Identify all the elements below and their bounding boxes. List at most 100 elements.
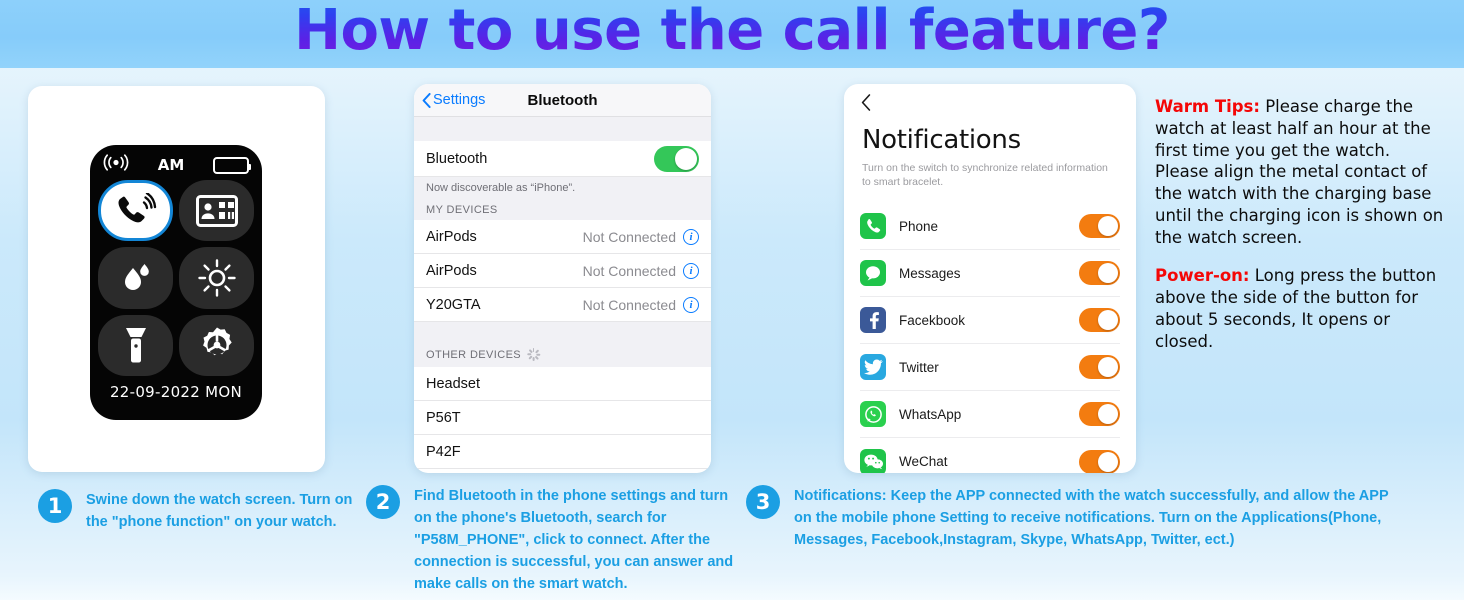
whatsapp-app-icon: [860, 401, 886, 428]
list-item[interactable]: Messages: [860, 250, 1120, 298]
scanning-spinner-icon: [527, 348, 541, 361]
device-state: Not Connected: [582, 228, 676, 245]
battery-icon: [212, 156, 251, 174]
watch-control-grid: [98, 180, 254, 376]
page-title: Notifications: [862, 125, 1021, 155]
notifications-back-button[interactable]: [844, 84, 1136, 115]
watch-tile-settings[interactable]: [179, 314, 254, 376]
watch-tile-contacts[interactable]: [179, 180, 254, 242]
watch-illustration-card: AM 22-09-2022 MON: [28, 86, 325, 472]
app-label: Phone: [899, 218, 939, 234]
chevron-left-icon: [861, 94, 871, 111]
bluetooth-settings-card: Settings Bluetooth Bluetooth Now discove…: [414, 84, 711, 473]
app-notification-toggle[interactable]: [1079, 261, 1120, 286]
watch-tile-flashlight[interactable]: [98, 314, 173, 376]
notifications-card: Notifications Turn on the switch to sync…: [844, 84, 1136, 473]
step-caption-2: 2 Find Bluetooth in the phone settings a…: [366, 485, 736, 595]
app-label: Twitter: [899, 359, 939, 375]
step-caption-3: 3 Notifications: Keep the APP connected …: [746, 485, 1406, 551]
list-item[interactable]: Facekbook: [860, 297, 1120, 345]
step-caption-text: Find Bluetooth in the phone settings and…: [414, 488, 734, 593]
flashlight-icon: [125, 328, 146, 363]
table-row[interactable]: Headset: [414, 367, 711, 401]
app-label: Facekbook: [899, 312, 966, 328]
table-row[interactable]: AirPods Not Connected i: [414, 220, 711, 254]
list-item[interactable]: WhatsApp: [860, 391, 1120, 439]
info-icon[interactable]: i: [683, 296, 699, 313]
settings-gear-icon: [202, 327, 232, 356]
twitter-app-icon: [860, 354, 886, 381]
app-label: WeChat: [899, 454, 948, 470]
device-name: P42F: [426, 443, 461, 460]
power-on-paragraph: Power-on: Long press the button above th…: [1155, 265, 1447, 352]
step-caption-1: 1 Swine down the watch screen. Turn on t…: [38, 489, 368, 533]
bluetooth-toggle[interactable]: [654, 145, 699, 172]
step-badge: 1: [38, 489, 72, 523]
notifications-app-list: Phone Messages Facekbook Twitter WhatsAp…: [844, 203, 1136, 473]
bluetooth-navbar: Settings Bluetooth: [414, 84, 711, 117]
bluetooth-toggle-label: Bluetooth: [426, 150, 488, 167]
warm-tips-text: Please charge the watch at least half an…: [1155, 97, 1444, 247]
list-item[interactable]: WeChat: [860, 438, 1120, 473]
device-state: Not Connected: [582, 262, 676, 279]
step-badge: 2: [366, 485, 400, 519]
watch-date: 22-09-2022 MON: [109, 383, 243, 401]
app-notification-toggle[interactable]: [1079, 449, 1120, 473]
messages-app-icon: [860, 260, 886, 287]
phone-app-icon: [860, 213, 886, 240]
app-label: Messages: [899, 265, 961, 281]
app-notification-toggle[interactable]: [1079, 308, 1120, 333]
facebook-app-icon: [860, 307, 886, 334]
app-notification-toggle[interactable]: [1079, 355, 1120, 380]
warm-tips-label: Warm Tips:: [1155, 97, 1260, 116]
phone-call-icon: [118, 192, 156, 223]
brightness-sun-icon: [197, 259, 236, 297]
step-caption-text: Swine down the watch screen. Turn on the…: [86, 492, 353, 531]
power-on-label: Power-on:: [1155, 266, 1250, 286]
water-drop-icon: [124, 263, 149, 290]
other-devices-header: OTHER DEVICES: [414, 340, 711, 367]
watch-status-bar: AM: [98, 152, 254, 178]
other-devices-header-label: OTHER DEVICES: [426, 348, 522, 361]
app-notification-toggle[interactable]: [1079, 402, 1120, 427]
device-name: Y20GTA: [426, 296, 481, 313]
wechat-app-icon: [860, 448, 886, 473]
table-row[interactable]: Y20GTA Not Connected i: [414, 288, 711, 322]
my-devices-header-label: MY DEVICES: [426, 204, 498, 216]
table-row[interactable]: P42F: [414, 435, 711, 469]
signal-waves-icon: [103, 154, 129, 176]
bluetooth-mid-spacer: [414, 322, 711, 340]
chevron-left-icon: [422, 92, 431, 108]
list-item[interactable]: Phone: [860, 203, 1120, 251]
contact-card-icon: [195, 194, 238, 227]
watch-meridiem: AM: [157, 156, 185, 174]
device-name: AirPods: [426, 228, 477, 245]
back-to-settings-button[interactable]: Settings: [414, 92, 485, 108]
device-name: Headset: [426, 375, 481, 392]
my-devices-header: MY DEVICES: [414, 196, 711, 220]
list-item[interactable]: Twitter: [860, 344, 1120, 392]
watch-tile-water-lock[interactable]: [98, 247, 173, 309]
device-name: P56T: [426, 409, 461, 426]
infographic-page: How to use the call feature? AM 22-09-20…: [0, 0, 1464, 600]
page-title: How to use the call feature?: [0, 0, 1464, 66]
bluetooth-top-spacer: [414, 117, 711, 141]
discoverable-note: Now discoverable as “iPhone”.: [414, 177, 711, 196]
watch-tile-brightness[interactable]: [179, 247, 254, 309]
app-notification-toggle[interactable]: [1079, 214, 1120, 239]
step-badge: 3: [746, 485, 780, 519]
warm-tips-block: Warm Tips: Please charge the watch at le…: [1155, 96, 1447, 352]
app-label: WhatsApp: [899, 406, 962, 422]
watch-tile-phone-call[interactable]: [98, 180, 173, 242]
watch-screen: AM 22-09-2022 MON: [90, 145, 262, 420]
notifications-subtitle: Turn on the switch to synchronize relate…: [862, 162, 1108, 189]
table-row[interactable]: P56T: [414, 401, 711, 435]
info-icon[interactable]: i: [683, 262, 699, 279]
info-icon[interactable]: i: [683, 228, 699, 245]
table-row[interactable]: AirPods Not Connected i: [414, 254, 711, 288]
warm-tips-paragraph: Warm Tips: Please charge the watch at le…: [1155, 96, 1447, 248]
bluetooth-master-toggle-row[interactable]: Bluetooth: [414, 141, 711, 177]
device-state: Not Connected: [582, 296, 676, 313]
page-header: How to use the call feature?: [0, 0, 1464, 68]
step-caption-text: Notifications: Keep the APP connected wi…: [794, 488, 1389, 549]
